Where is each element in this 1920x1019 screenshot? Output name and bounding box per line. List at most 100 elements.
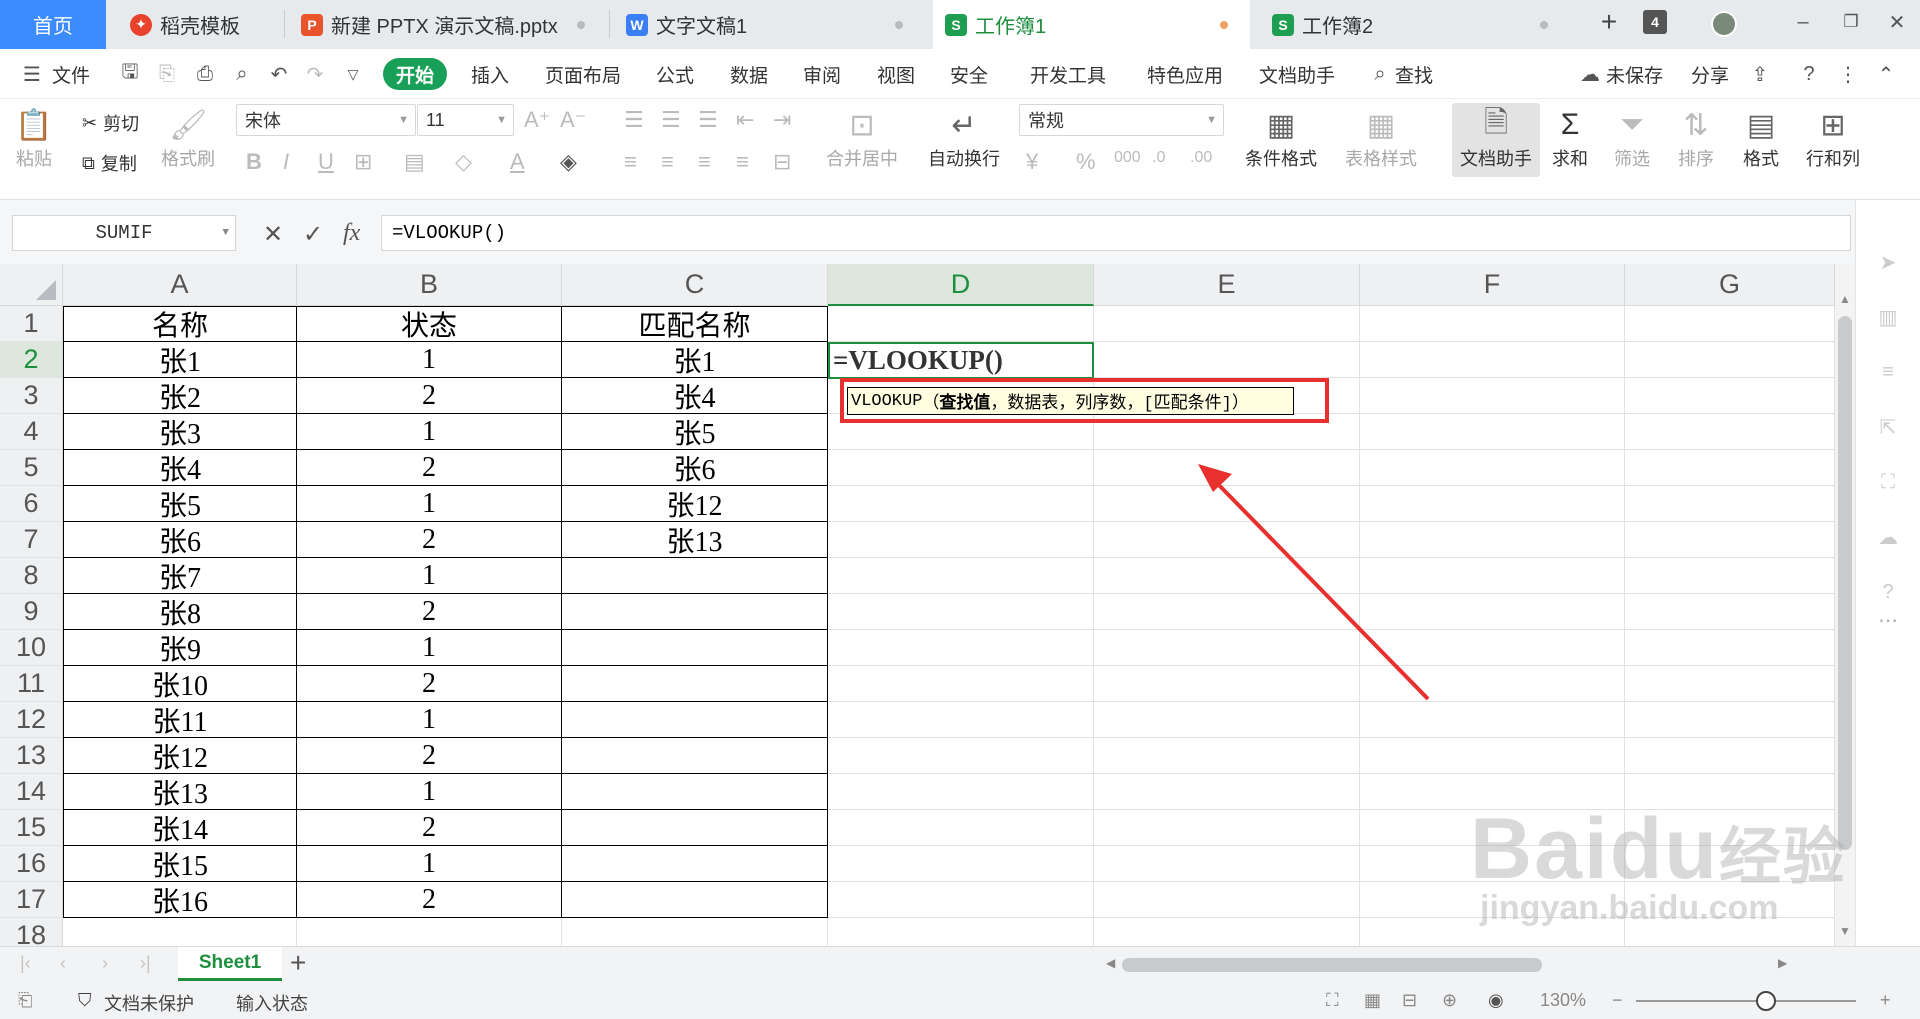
indent-increase-icon[interactable]: ⇥ — [773, 107, 791, 133]
settings-sliders-icon[interactable]: ≡ — [1876, 360, 1900, 384]
row-header-10[interactable]: 10 — [0, 630, 63, 666]
font-shrink-icon[interactable]: A⁻ — [560, 107, 586, 133]
zoom-out-icon[interactable]: − — [1612, 990, 1623, 1011]
cell-e7[interactable] — [1094, 522, 1360, 558]
cell-c12[interactable] — [562, 702, 828, 738]
cell-d5[interactable] — [828, 450, 1094, 486]
cell-b7[interactable]: 2 — [297, 522, 562, 558]
indent-decrease-icon[interactable]: ⇤ — [736, 107, 754, 133]
page-layout-view-icon[interactable]: ⊕ — [1442, 990, 1457, 1011]
table-style-button[interactable]: ▦ 表格样式 — [1345, 105, 1417, 171]
copy-button[interactable]: ⧉ 复制 — [82, 150, 137, 176]
cell-d8[interactable] — [828, 558, 1094, 594]
cancel-formula-icon[interactable]: ✕ — [263, 220, 283, 249]
close-dot-icon[interactable] — [1540, 21, 1548, 29]
cell-e13[interactable] — [1094, 738, 1360, 774]
doc-assistant-button[interactable]: 🗎 文档助手 — [1452, 103, 1540, 177]
border-icon[interactable]: ⊞ — [354, 149, 372, 175]
cell-g16[interactable] — [1625, 846, 1835, 882]
justify-icon[interactable]: ≡ — [736, 149, 749, 175]
customize-icon[interactable]: ▽ — [341, 62, 365, 86]
menu-special[interactable]: 特色应用 — [1147, 61, 1223, 88]
cell-e15[interactable] — [1094, 810, 1360, 846]
cell-g7[interactable] — [1625, 522, 1835, 558]
menu-doc-assistant[interactable]: 文档助手 — [1259, 61, 1335, 88]
cell-a11[interactable]: 张10 — [63, 666, 297, 702]
cell-c11[interactable] — [562, 666, 828, 702]
cell-e9[interactable] — [1094, 594, 1360, 630]
cell-d11[interactable] — [828, 666, 1094, 702]
horizontal-scrollbar[interactable]: ◀ ▶ — [1106, 955, 1792, 975]
sort-button[interactable]: ⇅ 排序 — [1676, 105, 1716, 171]
print-preview-icon[interactable]: ⌕ — [230, 62, 254, 86]
align-middle-icon[interactable]: ☰ — [661, 107, 681, 133]
cell-f12[interactable] — [1360, 702, 1625, 738]
cell-d15[interactable] — [828, 810, 1094, 846]
font-name-select[interactable]: 宋体 ▼ — [236, 104, 416, 136]
cell-d17[interactable] — [828, 882, 1094, 918]
eraser-icon[interactable]: ◈ — [560, 149, 577, 175]
unsaved-status[interactable]: 未保存 — [1606, 61, 1663, 88]
cell-f3[interactable] — [1360, 378, 1625, 414]
sheet-tab[interactable]: Sheet1 — [178, 947, 282, 981]
cell-c10[interactable] — [562, 630, 828, 666]
cell-b9[interactable]: 2 — [297, 594, 562, 630]
cell-b12[interactable]: 1 — [297, 702, 562, 738]
cell-f11[interactable] — [1360, 666, 1625, 702]
new-tab-icon[interactable]: + — [1597, 6, 1621, 37]
cell-a4[interactable]: 张3 — [63, 414, 297, 450]
conditional-format-button[interactable]: ▦ 条件格式 — [1245, 105, 1317, 171]
cell-g13[interactable] — [1625, 738, 1835, 774]
cell-f18[interactable] — [1360, 918, 1625, 946]
cell-d9[interactable] — [828, 594, 1094, 630]
underline-icon[interactable]: U — [318, 149, 334, 175]
fill-pattern-icon[interactable]: ▤ — [404, 149, 425, 175]
cell-c3[interactable]: 张4 — [562, 378, 828, 414]
cell-e14[interactable] — [1094, 774, 1360, 810]
zoom-slider-handle[interactable] — [1756, 991, 1776, 1011]
row-header-1[interactable]: 1 — [0, 306, 63, 342]
font-grow-icon[interactable]: A⁺ — [524, 107, 550, 133]
zoom-slider-track[interactable] — [1636, 1000, 1856, 1002]
cell-g6[interactable] — [1625, 486, 1835, 522]
row-header-11[interactable]: 11 — [0, 666, 63, 702]
row-header-17[interactable]: 17 — [0, 882, 63, 918]
cell-b8[interactable]: 1 — [297, 558, 562, 594]
font-size-select[interactable]: 11 ▼ — [417, 104, 514, 136]
paste-button[interactable]: 📋 粘贴 — [14, 105, 54, 171]
protect-status[interactable]: 文档未保护 — [104, 990, 194, 1016]
row-header-16[interactable]: 16 — [0, 846, 63, 882]
last-sheet-icon[interactable]: ›| — [140, 953, 151, 974]
restore-icon[interactable]: ❐ — [1839, 10, 1863, 34]
menu-dev-tools[interactable]: 开发工具 — [1030, 61, 1106, 88]
vertical-scrollbar[interactable]: ▲ ▼ — [1835, 264, 1855, 946]
row-header-6[interactable]: 6 — [0, 486, 63, 522]
tab-docer[interactable]: ✦ 稻壳模板 — [118, 0, 283, 49]
distributed-icon[interactable]: ⊟ — [773, 149, 791, 175]
tab-workbook2[interactable]: S 工作簿2 — [1260, 0, 1570, 49]
vertical-scroll-thumb[interactable] — [1838, 316, 1852, 850]
cell-b1[interactable]: 状态 — [297, 306, 562, 342]
column-header-f[interactable]: F — [1360, 264, 1625, 306]
cell-b13[interactable]: 2 — [297, 738, 562, 774]
cell-a17[interactable]: 张16 — [63, 882, 297, 918]
bold-icon[interactable]: B — [246, 149, 262, 175]
close-dot-icon[interactable] — [577, 21, 585, 29]
cell-f13[interactable] — [1360, 738, 1625, 774]
cell-g10[interactable] — [1625, 630, 1835, 666]
collapse-ribbon-icon[interactable]: ⌃ — [1874, 62, 1898, 86]
cell-e1[interactable] — [1094, 306, 1360, 342]
cell-c14[interactable] — [562, 774, 828, 810]
close-dot-icon[interactable] — [895, 21, 903, 29]
prev-sheet-icon[interactable]: ‹ — [60, 953, 66, 974]
cell-f9[interactable] — [1360, 594, 1625, 630]
cell-e17[interactable] — [1094, 882, 1360, 918]
spreadsheet-grid[interactable]: ABCDEFG 1 2 3 4 5 6 7 8 9 10 11 12 13 14 15 16 17 18 名称 状态… — [0, 264, 1835, 946]
zoom-in-icon[interactable]: + — [1880, 990, 1891, 1011]
cell-g3[interactable] — [1625, 378, 1835, 414]
menu-page-layout[interactable]: 页面布局 — [545, 61, 621, 88]
cell-c13[interactable] — [562, 738, 828, 774]
cell-c2[interactable]: 张1 — [562, 342, 828, 378]
normal-view-icon[interactable]: ▦ — [1364, 990, 1381, 1011]
tab-home[interactable]: 首页 — [0, 0, 106, 49]
